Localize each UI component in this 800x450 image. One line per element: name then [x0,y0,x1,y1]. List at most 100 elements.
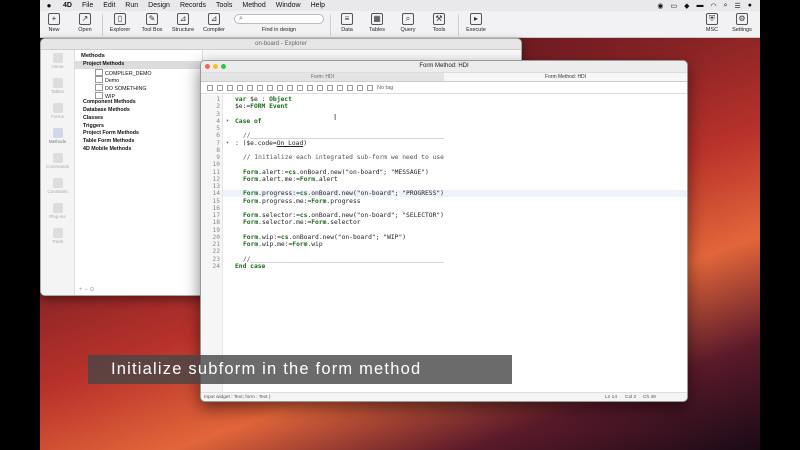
menu-4d[interactable]: 4D [58,2,77,9]
tree-item[interactable]: DO SOMETHING [75,84,202,92]
code-line[interactable]: //______________________________________… [243,132,444,139]
code-line[interactable]: Form.wip.me:=Form.wip [243,241,323,248]
menu-help[interactable]: Help [306,2,330,9]
bookmark-icon[interactable] [267,84,273,91]
comment-icon[interactable] [257,84,263,91]
search-icon[interactable]: ⌕ [724,2,728,10]
clipboard-icon[interactable] [347,84,353,91]
code-line[interactable]: Form.progress.me:=Form.progress [243,198,361,205]
sidebar-item-trash[interactable]: Trash [41,225,74,250]
code-line[interactable]: Form.alert.me:=Form.alert [243,176,338,183]
line-number: 2 [216,103,220,111]
tree-item[interactable]: Database Methods [75,107,202,115]
code-line[interactable]: Form.selector:=cs.onBoard.new("on-board"… [243,212,444,219]
tag-icon[interactable] [367,84,373,91]
open-button[interactable]: ↗ Open [67,13,103,33]
tree-item[interactable]: Project Methods [75,61,202,69]
menu-window[interactable]: Window [271,2,306,9]
fold-toggle-icon[interactable]: ▾ [226,140,229,146]
tree-item[interactable]: Triggers [75,123,202,131]
expand-icon[interactable] [287,84,293,91]
record-icon[interactable]: ◉ [657,2,663,10]
code-line[interactable]: Form.progress:=cs.onBoard.new("on-board"… [243,190,444,197]
code-toolbar: No tag [201,82,687,94]
sidebar-item-home[interactable]: Home [41,50,74,75]
paste-icon[interactable] [307,84,313,91]
menu-edit[interactable]: Edit [98,2,120,9]
sidebar-item-plugins[interactable]: Plug-ins [41,200,74,225]
tree-item[interactable]: Component Methods [75,99,202,107]
copy-icon[interactable] [297,84,303,91]
sidebar-item-commands[interactable]: Commands [41,150,74,175]
line-number: 22 [212,248,220,256]
macro-icon[interactable] [227,84,233,91]
clipboard-icon[interactable] [327,84,333,91]
siri-icon[interactable]: ● [748,2,752,9]
menu-records[interactable]: Records [175,2,211,9]
run-icon[interactable] [207,84,213,91]
minimize-icon[interactable] [213,64,218,69]
code-line[interactable]: Case of [235,118,262,125]
clipboard-icon[interactable] [337,84,343,91]
indent-icon[interactable] [247,84,253,91]
find-input[interactable]: ⌕ [234,14,324,24]
tools-button[interactable]: ⚒ Tools [421,13,457,33]
code-line[interactable]: var $e : Object [235,96,292,103]
tree-item[interactable]: Classes [75,115,202,123]
tree-item[interactable]: Demo [75,76,202,84]
code-editor[interactable]: 1 2 3 4 5 6 7 8 9 10 11 12 13 14 15 16 17 18 19 20 21 22 23 24 … [201,95,687,393]
airplay-icon[interactable]: ▭ [670,2,677,10]
close-icon[interactable] [205,64,210,69]
apple-icon[interactable]: ● [40,1,58,10]
menu-method[interactable]: Method [237,2,270,9]
code-line[interactable]: // Initialize each integrated sub-form w… [243,154,444,161]
tree-item[interactable]: Table Form Methods [75,138,202,146]
menu-file[interactable]: File [77,2,98,9]
sidebar-item-forms[interactable]: Forms [41,100,74,125]
menu-design[interactable]: Design [143,2,175,9]
line-number: 21 [212,241,220,248]
zoom-icon[interactable] [221,64,226,69]
tree-footer[interactable]: + − ⊙ [79,286,198,293]
form-method-titlebar[interactable]: Form Method: HDI [201,61,687,72]
menu-run[interactable]: Run [120,2,143,9]
explorer-button[interactable]: ▯ Explorer [102,13,138,33]
tab-form-method-hdi[interactable]: Form Method: HDI [444,73,687,81]
search-icon[interactable] [217,84,223,91]
code-line[interactable]: Form.alert:=cs.onBoard.new("on-board"; "… [243,169,429,176]
compiler-button[interactable]: ⊿ Compiler [196,13,232,33]
dropbox-icon[interactable]: ◆ [684,2,689,10]
explorer-title[interactable]: on-board - Explorer [41,39,521,50]
menu-tools[interactable]: Tools [211,2,237,9]
code-line[interactable]: : ($e.code=On Load) [235,140,307,147]
fold-toggle-icon[interactable]: ▾ [226,118,229,124]
clipboard-icon[interactable] [317,84,323,91]
settings-button[interactable]: ⚙ Settings [724,13,760,33]
sidebar-item-methods[interactable]: Methods [41,125,74,150]
battery-icon[interactable]: ▬ [696,2,703,9]
control-center-icon[interactable]: ☰ [734,2,740,10]
sidebar-item-tables[interactable]: Tables [41,75,74,100]
symbol-icon[interactable] [237,84,243,91]
code-line[interactable]: //______________________________________… [243,256,444,263]
main-toolbar: + New ↗ Open ▯ Explorer ✎ Tool Box ⊿ Structur… [40,11,760,38]
tools-icon: ⚒ [433,13,445,25]
tree-item[interactable]: 4D Mobile Methods [75,146,202,154]
code-line[interactable]: Form.selector.me:=Form.selector [243,219,361,226]
forms-icon [52,103,63,113]
msc-icon: ⛨ [706,13,718,25]
wifi-icon[interactable]: ◠ [710,2,716,10]
sidebar-item-constants[interactable]: Constants [41,175,74,200]
tree-item[interactable]: WIP [75,92,202,100]
tree-item[interactable]: COMPILER_DEMO [75,69,202,77]
code-line[interactable]: $e:=FORM Event [235,103,288,110]
code-line[interactable]: End case [235,263,265,270]
execute-button[interactable]: ▸ Execute [458,13,494,33]
tree-item[interactable]: Project Form Methods [75,130,202,138]
no-tag-label[interactable]: No tag [377,85,393,91]
collapse-icon[interactable] [277,84,283,91]
commands-icon [52,153,63,163]
clipboard-icon[interactable] [357,84,363,91]
tab-form-hdi[interactable]: Form: HDI [201,73,444,81]
code-line[interactable]: Form.wip:=cs.onBoard.new("on-board"; "WI… [243,234,406,241]
